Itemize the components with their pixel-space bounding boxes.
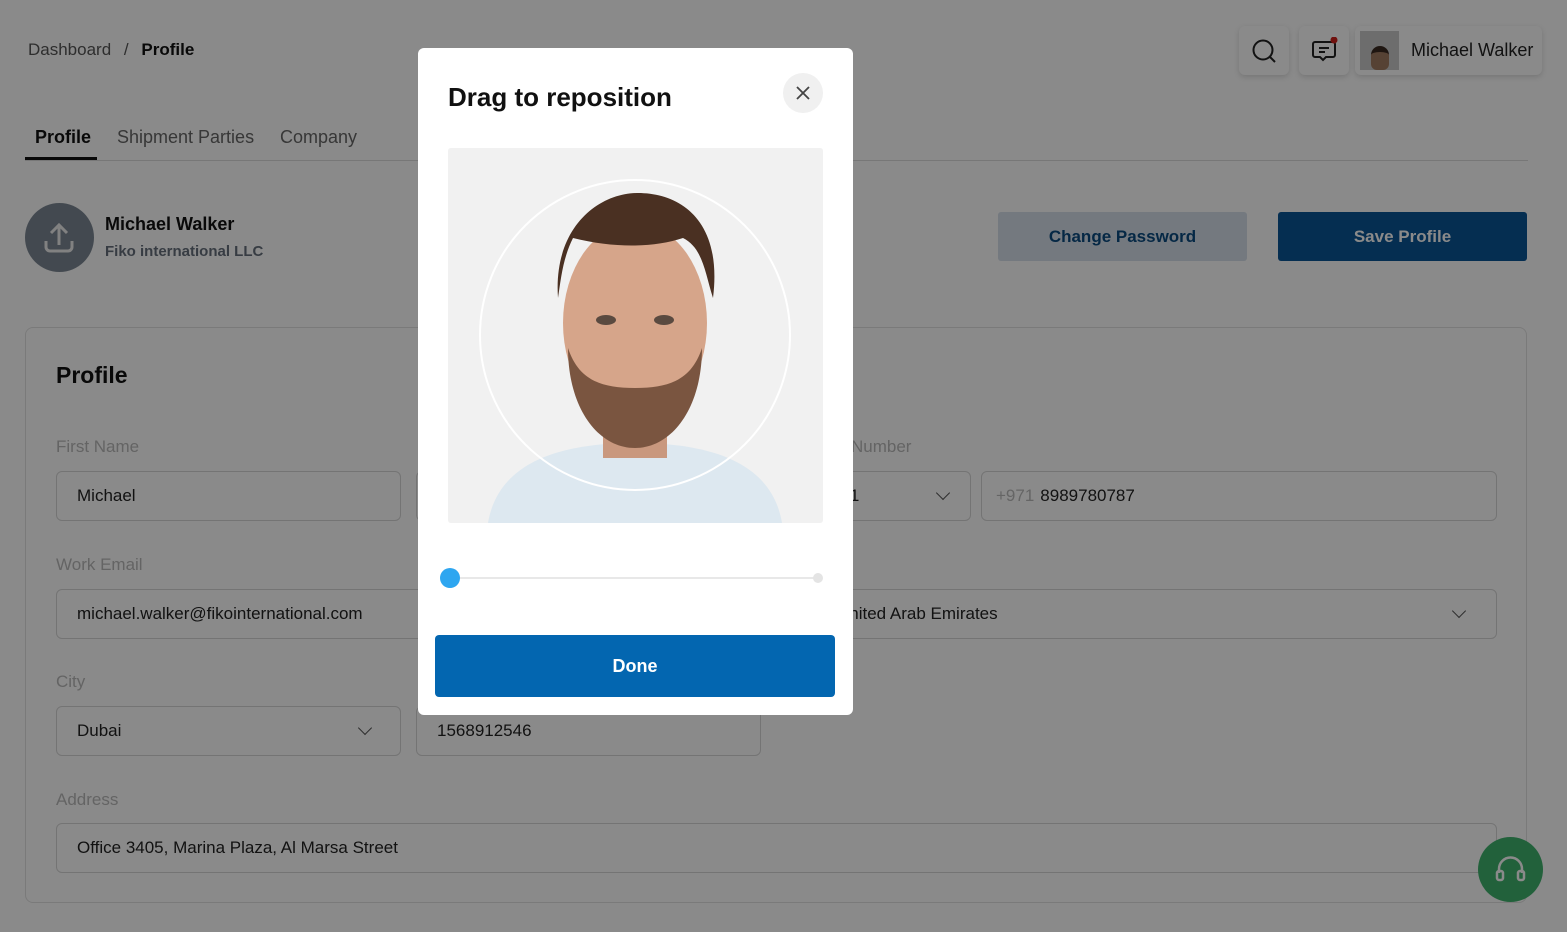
close-button[interactable] bbox=[783, 73, 823, 113]
profile-photo bbox=[448, 148, 823, 523]
crop-area[interactable] bbox=[448, 148, 823, 523]
zoom-slider-end bbox=[813, 573, 823, 583]
close-icon bbox=[796, 86, 810, 100]
reposition-modal: Drag to reposition Done bbox=[418, 48, 853, 715]
zoom-slider-track[interactable] bbox=[450, 577, 818, 579]
done-button[interactable]: Done bbox=[435, 635, 835, 697]
zoom-slider-handle[interactable] bbox=[440, 568, 460, 588]
modal-title: Drag to reposition bbox=[448, 82, 672, 112]
